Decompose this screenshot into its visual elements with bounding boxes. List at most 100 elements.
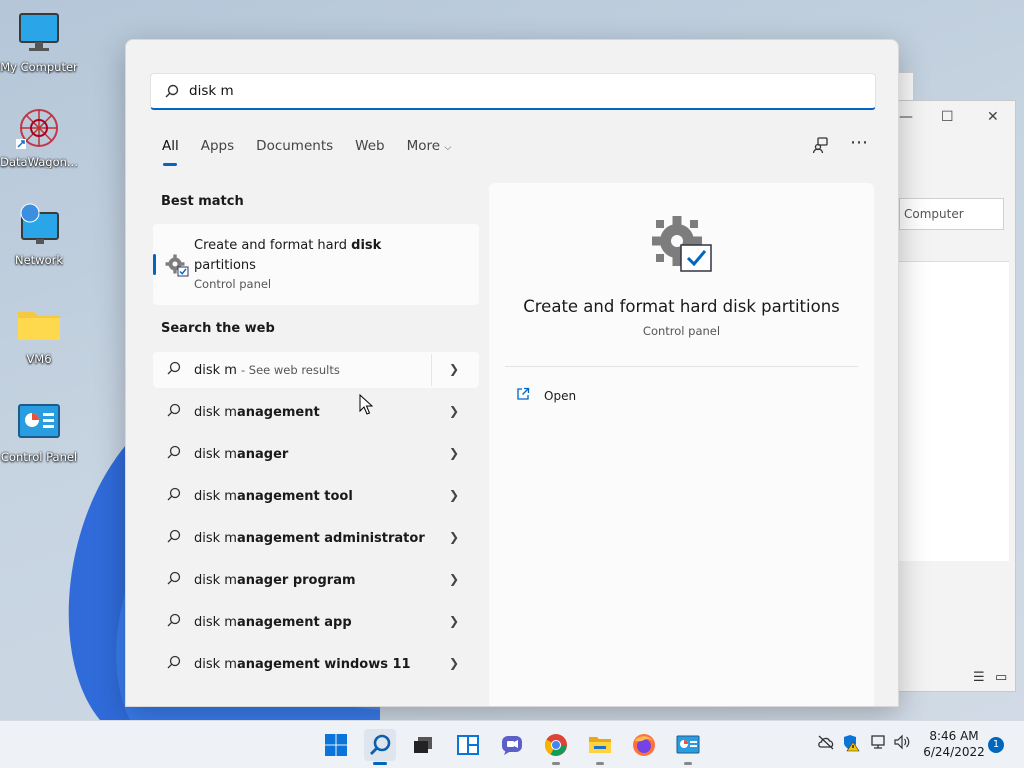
- notification-badge[interactable]: 1: [988, 737, 1004, 753]
- search-box[interactable]: [150, 73, 876, 110]
- chevron-right-icon[interactable]: ❯: [449, 614, 459, 628]
- search-icon: [167, 571, 183, 589]
- tab-apps[interactable]: Apps: [201, 138, 234, 166]
- task-view-icon: [414, 737, 432, 753]
- suggestion-completion: anagement windows 11: [236, 656, 411, 672]
- search-icon: [167, 529, 183, 547]
- account-switch-icon[interactable]: [812, 136, 830, 158]
- chrome-icon: [545, 734, 567, 756]
- web-suggestion-row[interactable]: disk management windows 11 ❯: [153, 646, 479, 682]
- best-match-heading: Best match: [161, 194, 244, 209]
- chevron-right-icon[interactable]: ❯: [449, 404, 459, 418]
- suggestion-completion: anagement administrator: [236, 530, 425, 546]
- chevron-right-icon[interactable]: ❯: [449, 446, 459, 460]
- running-indicator: [596, 762, 604, 765]
- row-divider: [431, 354, 432, 386]
- disk-management-icon: [165, 254, 189, 282]
- clock-time: 8:46 AM: [929, 729, 979, 743]
- running-indicator: [684, 762, 692, 765]
- explorer-search-input[interactable]: Computer: [899, 198, 1004, 230]
- network-icon[interactable]: [869, 734, 887, 754]
- divider: [505, 366, 858, 367]
- suggestion-text: disk management: [194, 405, 320, 420]
- desktop-icon-label: Network: [14, 253, 64, 267]
- explorer-content-pane: [899, 261, 1009, 561]
- maximize-button[interactable]: ☐: [941, 109, 954, 125]
- search-tabs: All Apps Documents Web More ⌵: [162, 138, 473, 166]
- desktop-icon-label: DataWagon...: [0, 155, 78, 169]
- onedrive-offline-icon[interactable]: [817, 734, 835, 754]
- suggestion-text: disk management administrator: [194, 531, 425, 546]
- tab-web[interactable]: Web: [355, 138, 384, 166]
- security-warning-icon[interactable]: [842, 734, 860, 756]
- widgets-button[interactable]: [452, 729, 484, 761]
- windows-logo-icon: [325, 734, 347, 756]
- best-match-result[interactable]: Create and format hard disk partitions Co…: [153, 224, 479, 305]
- tiles-view-icon[interactable]: ▭: [995, 670, 1007, 685]
- chevron-down-icon: ⌵: [444, 143, 452, 153]
- desktop-icon-control-panel[interactable]: Control Panel: [0, 400, 78, 464]
- detail-title: Create and format hard disk partitions: [523, 297, 840, 316]
- search-input[interactable]: [189, 83, 839, 99]
- system-clock[interactable]: 8:46 AM 6/24/2022: [918, 728, 990, 760]
- control-panel-button[interactable]: [672, 729, 704, 765]
- desktop-icon-datawagon[interactable]: DataWagon...: [0, 105, 78, 169]
- chevron-right-icon[interactable]: ❯: [449, 656, 459, 670]
- chevron-right-icon[interactable]: ❯: [449, 572, 459, 586]
- suggestion-text: disk management windows 11: [194, 657, 411, 672]
- suggestion-typed: disk m: [194, 656, 237, 672]
- firefox-icon: [633, 734, 655, 756]
- close-button[interactable]: ✕: [987, 109, 999, 125]
- search-icon: [167, 613, 183, 631]
- firefox-button[interactable]: [628, 729, 660, 761]
- desktop-icon-my-computer[interactable]: My Computer: [0, 10, 78, 74]
- web-suggestion-row[interactable]: disk management administrator ❯: [153, 520, 479, 556]
- active-indicator: [373, 762, 387, 765]
- tab-all[interactable]: All: [162, 138, 179, 166]
- chevron-right-icon[interactable]: ❯: [449, 362, 459, 376]
- web-suggestion-row[interactable]: disk management tool ❯: [153, 478, 479, 514]
- tab-documents[interactable]: Documents: [256, 138, 333, 166]
- details-view-icon[interactable]: ☰: [973, 670, 985, 685]
- suggestion-typed: disk m: [194, 530, 237, 546]
- clock-date: 6/24/2022: [923, 745, 985, 759]
- chevron-right-icon[interactable]: ❯: [449, 530, 459, 544]
- start-button[interactable]: [320, 729, 352, 761]
- desktop-icon-label: Control Panel: [0, 450, 78, 464]
- volume-icon[interactable]: [893, 734, 911, 754]
- control-panel-icon: [676, 735, 700, 754]
- more-options-icon[interactable]: ⋯: [850, 132, 868, 153]
- open-external-icon: [516, 387, 530, 405]
- network-icon: [16, 203, 62, 249]
- file-explorer-icon: [589, 737, 611, 753]
- task-view-button[interactable]: [407, 729, 439, 761]
- taskbar-search-button[interactable]: [364, 729, 396, 765]
- best-match-title-text: Create and format hard: [194, 238, 352, 253]
- search-icon: [167, 361, 183, 379]
- chrome-button[interactable]: [540, 729, 572, 765]
- minimize-button[interactable]: —: [899, 109, 913, 125]
- web-suggestion-row[interactable]: disk manager program ❯: [153, 562, 479, 598]
- chevron-right-icon[interactable]: ❯: [449, 488, 459, 502]
- chat-button[interactable]: [496, 729, 528, 761]
- web-suggestion-row[interactable]: disk management ❯: [153, 394, 479, 430]
- open-action[interactable]: Open: [516, 387, 576, 405]
- desktop-icon-vm6[interactable]: VM6: [0, 302, 78, 366]
- mouse-cursor-icon: [359, 394, 373, 415]
- selection-indicator: [153, 254, 156, 275]
- web-suggestion-row[interactable]: disk manager ❯: [153, 436, 479, 472]
- suggestion-typed: disk m: [194, 614, 237, 630]
- control-panel-icon: [16, 400, 62, 446]
- web-result-row[interactable]: disk m - See web results ❯: [153, 352, 479, 388]
- tab-more[interactable]: More ⌵: [407, 138, 452, 166]
- desktop-icon-network[interactable]: Network: [0, 203, 78, 267]
- file-explorer-button[interactable]: [584, 729, 616, 765]
- folder-icon: [16, 302, 62, 348]
- suggestion-typed: disk m: [194, 404, 237, 420]
- search-web-heading: Search the web: [161, 321, 275, 336]
- search-flyout: All Apps Documents Web More ⌵ ⋯ Best mat…: [125, 39, 899, 707]
- search-icon: [167, 655, 183, 673]
- web-suggestion-row[interactable]: disk management app ❯: [153, 604, 479, 640]
- search-icon: [167, 445, 183, 463]
- best-match-title: Create and format hard disk partitions: [194, 236, 394, 276]
